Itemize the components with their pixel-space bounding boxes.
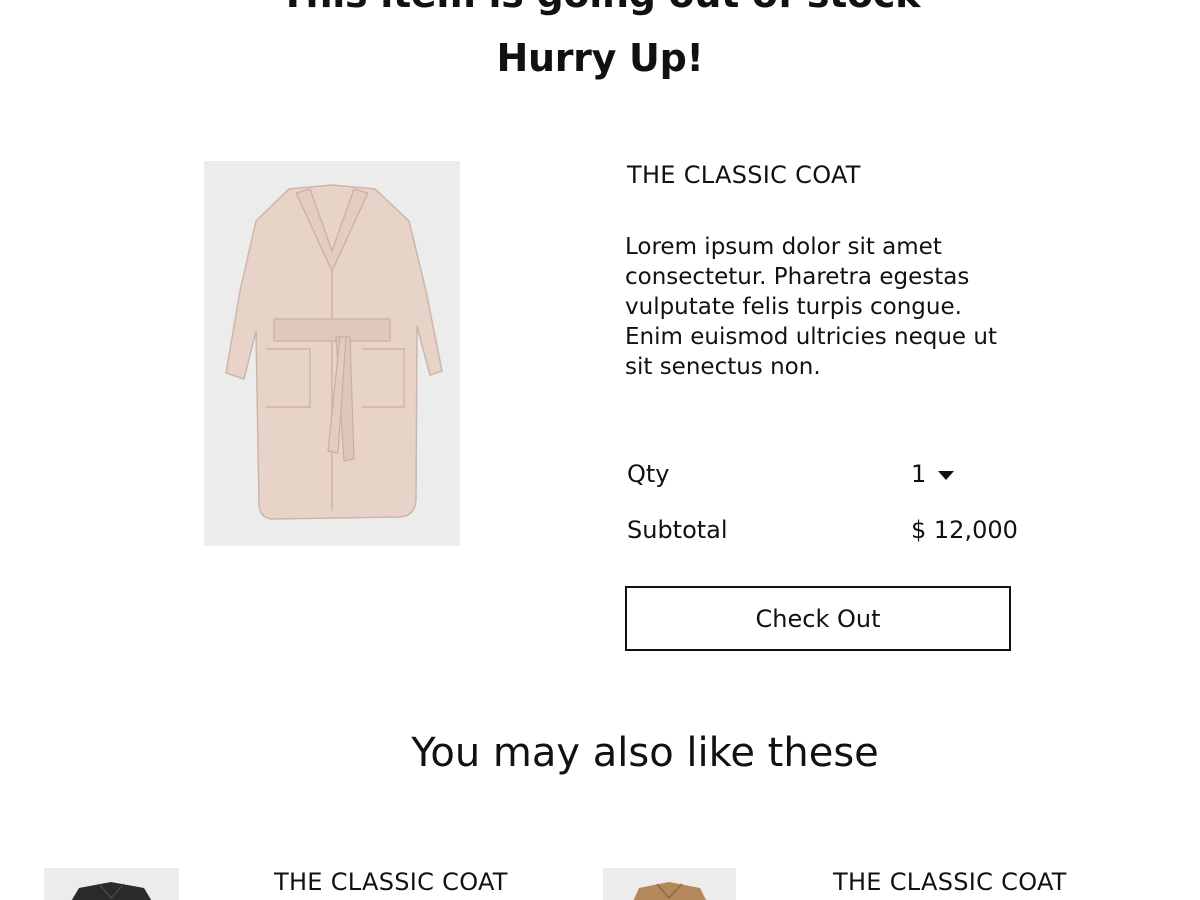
checkout-button[interactable]: Check Out	[625, 586, 1011, 651]
product-name: THE CLASSIC COAT	[627, 161, 861, 189]
coat-image-icon	[71, 882, 152, 900]
qty-value: 1	[911, 460, 927, 488]
coat-image-icon	[633, 882, 706, 900]
subtotal-value: $ 12,000	[911, 516, 1018, 544]
recommendation-image[interactable]	[44, 868, 179, 900]
product-image	[204, 161, 460, 546]
recommendation-image[interactable]	[603, 868, 736, 900]
coat-image-icon	[225, 184, 443, 520]
qty-label: Qty	[627, 460, 670, 488]
qty-dropdown[interactable]: 1	[911, 460, 955, 488]
recommendation-name[interactable]: THE CLASSIC COAT	[274, 868, 508, 896]
stock-warning-headline: This item is going out of stock	[0, 0, 1200, 16]
hurry-up-headline: Hurry Up!	[496, 36, 704, 80]
recommendations-title: You may also like these	[411, 730, 879, 776]
recommendation-name[interactable]: THE CLASSIC COAT	[833, 868, 1067, 896]
product-description: Lorem ipsum dolor sit amet consectetur. …	[625, 234, 997, 380]
subtotal-label: Subtotal	[627, 516, 728, 544]
caret-down-icon	[938, 471, 955, 480]
product-page: This item is going out of stock Hurry Up…	[0, 0, 1200, 900]
